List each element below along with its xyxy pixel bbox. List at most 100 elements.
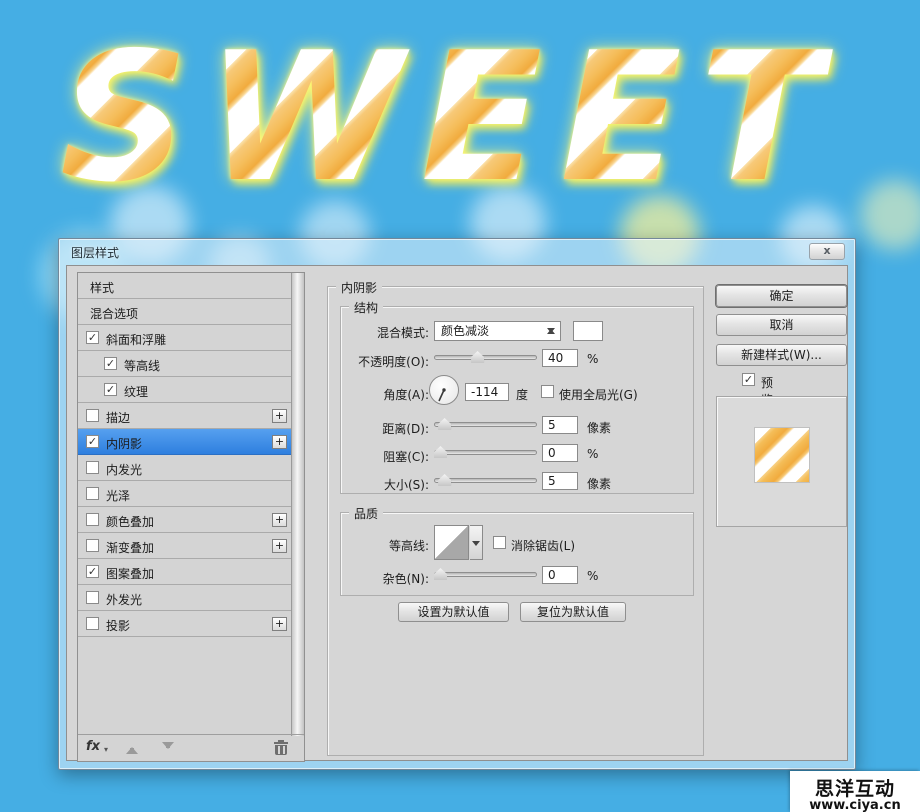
use-global-light-checkbox[interactable] [541,385,554,398]
item-checkbox[interactable] [86,487,99,500]
preview-checkbox[interactable]: ✓ [742,373,755,386]
opacity-unit: % [587,352,598,366]
sidebar-item-label: 描边 [106,409,130,426]
quality-legend: 品质 [349,505,383,522]
close-icon[interactable]: x [809,243,845,260]
sidebar-item[interactable]: 混合选项 [78,299,292,325]
sidebar-item[interactable]: 外发光 [78,585,292,611]
angle-input[interactable]: -114 [465,383,509,401]
expand-plus-button[interactable]: + [272,617,287,631]
preview-panel [716,396,847,527]
sidebar-item[interactable]: 光泽 [78,481,292,507]
structure-group: 结构 混合模式: 颜色减淡 不透明度(O): 40 % 角度(A): [340,306,694,494]
antialias-checkbox[interactable] [493,536,506,549]
watermark-url: www.ciya.cn [790,798,920,812]
sidebar-item-label: 内阴影 [106,435,142,452]
hero-text: SWEET [60,18,880,218]
blend-mode-label: 混合模式: [341,324,429,341]
sidebar-footer-bar: fx ▾ [78,734,304,761]
sidebar-item-label: 光泽 [106,487,130,504]
structure-legend: 结构 [349,299,383,316]
sidebar-item-label: 斜面和浮雕 [106,331,166,348]
sidebar-item[interactable]: ✓ 等高线 [78,351,292,377]
move-down-icon[interactable] [162,741,174,755]
size-slider[interactable] [434,474,537,488]
sidebar-item-label: 等高线 [124,357,160,374]
sidebar-item[interactable]: ✓ 内阴影 + [78,429,292,455]
sidebar-item[interactable]: ✓ 纹理 [78,377,292,403]
watermark: 思洋互动 www.ciya.cn [790,771,920,812]
noise-slider[interactable] [434,568,537,582]
noise-label: 杂色(N): [341,570,429,587]
hero-candy-text: SWEET SWEET [60,18,880,228]
sidebar-item-label: 内发光 [106,461,142,478]
sidebar-item-label: 混合选项 [90,305,138,322]
cancel-button[interactable]: 取消 [716,314,847,336]
angle-needle [430,376,458,404]
contour-thumbnail[interactable] [434,525,469,560]
item-checkbox[interactable] [86,591,99,604]
distance-label: 距离(D): [341,420,429,437]
expand-plus-button[interactable]: + [272,513,287,527]
choke-slider[interactable] [434,446,537,460]
sidebar-item[interactable]: 颜色叠加+ [78,507,292,533]
move-up-icon[interactable] [126,741,138,755]
expand-plus-button[interactable]: + [272,409,287,423]
distance-input[interactable]: 5 [542,416,578,434]
set-default-button[interactable]: 设置为默认值 [398,602,509,622]
style-list-sidebar: 样式混合选项 ✓ 斜面和浮雕 ✓ 等高线 ✓ 纹理描边 + ✓ 内阴影 + 内发光光泽颜色叠加+渐变叠… [77,272,305,762]
ok-button[interactable]: 确定 [716,285,847,307]
quality-group: 品质 等高线: 消除锯齿(L) 杂色(N): 0 % [340,512,694,596]
item-checkbox[interactable]: ✓ [104,357,117,370]
item-checkbox[interactable]: ✓ [86,435,99,448]
sidebar-item[interactable]: 内发光 [78,455,292,481]
distance-slider[interactable] [434,418,537,432]
blend-mode-select[interactable]: 颜色减淡 [434,321,561,341]
sidebar-item[interactable]: ✓ 斜面和浮雕 [78,325,292,351]
size-unit: 像素 [587,475,611,492]
choke-input[interactable]: 0 [542,444,578,462]
item-checkbox[interactable] [86,409,99,422]
trash-icon[interactable] [274,740,288,755]
sidebar-item-label: 样式 [90,279,114,296]
dialog-titlebar[interactable]: 图层样式 x [59,239,855,265]
item-checkbox[interactable] [86,617,99,630]
angle-dial[interactable] [429,375,459,405]
item-checkbox[interactable] [86,539,99,552]
sidebar-item[interactable]: ✓图案叠加 [78,559,292,585]
panel-title: 内阴影 [336,279,382,296]
shadow-color-swatch[interactable] [573,321,603,341]
size-input[interactable]: 5 [542,472,578,490]
item-checkbox[interactable] [86,461,99,474]
layer-style-dialog: 图层样式 x 样式混合选项✓斜面和浮雕✓等高线✓纹理描边+✓内阴影+内发光光泽颜… [58,238,856,770]
dropdown-arrows-icon [546,324,556,338]
contour-dropdown-arrow-icon[interactable] [470,525,483,560]
blend-mode-value: 颜色减淡 [441,324,489,338]
opacity-input[interactable]: 40 [542,349,578,367]
choke-unit: % [587,447,598,461]
pattern-preview-swatch [754,427,810,483]
expand-plus-button[interactable]: + [272,435,287,449]
sidebar-item-label: 纹理 [124,383,148,400]
expand-plus-button[interactable]: + [272,539,287,553]
choke-label: 阻塞(C): [341,448,429,465]
opacity-label: 不透明度(O): [341,353,429,370]
noise-input[interactable]: 0 [542,566,578,584]
sidebar-item[interactable]: 描边 + [78,403,292,429]
reset-default-button[interactable]: 复位为默认值 [520,602,626,622]
noise-unit: % [587,569,598,583]
item-checkbox[interactable] [86,513,99,526]
item-checkbox[interactable]: ✓ [86,565,99,578]
fx-icon[interactable]: fx [86,739,100,754]
opacity-slider[interactable] [434,351,537,365]
sidebar-scrollbar[interactable] [291,273,304,736]
item-checkbox[interactable]: ✓ [86,331,99,344]
size-label: 大小(S): [341,476,429,493]
item-checkbox[interactable]: ✓ [104,383,117,396]
sidebar-item[interactable]: 渐变叠加+ [78,533,292,559]
sidebar-item[interactable]: 样式 [78,273,292,299]
new-style-button[interactable]: 新建样式(W)... [716,344,847,366]
sidebar-item[interactable]: 投影+ [78,611,292,637]
sidebar-item-label: 外发光 [106,591,142,608]
watermark-brand: 思洋互动 [790,774,920,801]
